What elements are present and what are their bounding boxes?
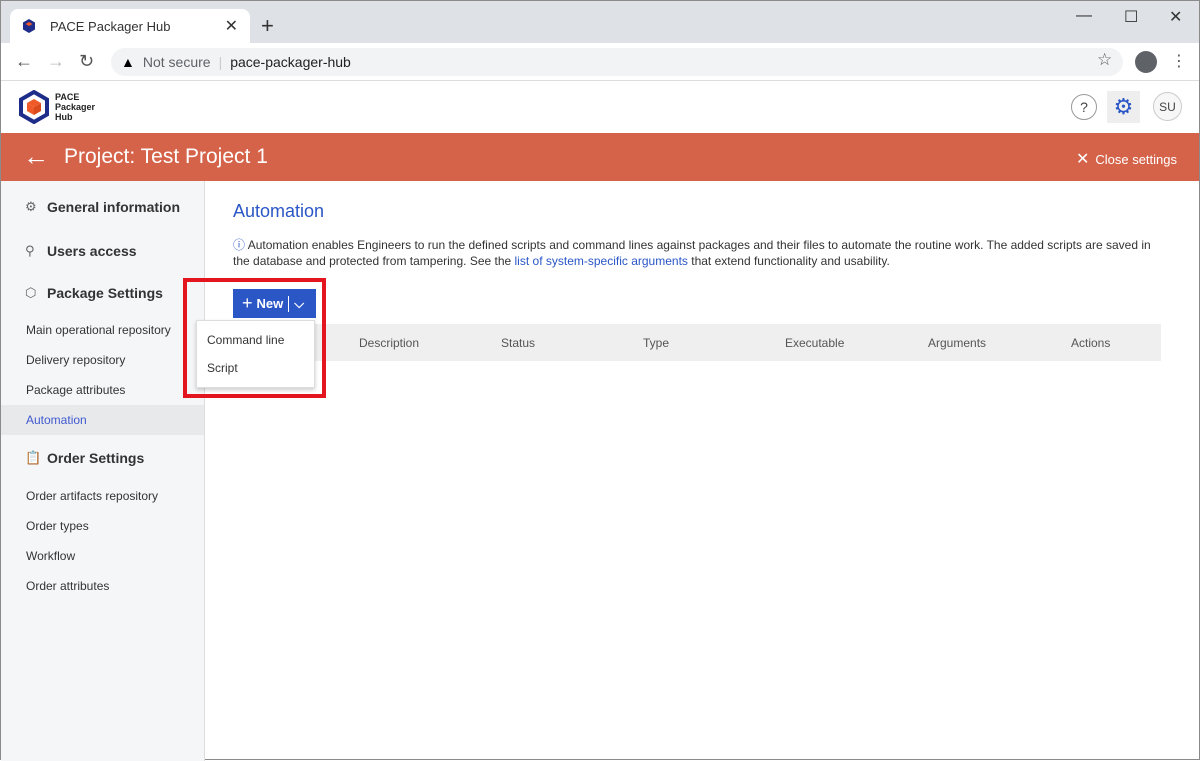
- column-executable[interactable]: Executable: [785, 336, 844, 350]
- browser-tab[interactable]: PACE Packager Hub ✕: [10, 9, 250, 43]
- project-banner: ← Project: Test Project 1 ✕ Close setting…: [1, 133, 1199, 181]
- sidebar-item-delivery-repository[interactable]: Delivery repository: [1, 345, 204, 375]
- user-avatar[interactable]: SU: [1153, 92, 1182, 121]
- close-tab-icon[interactable]: ✕: [225, 16, 238, 36]
- info-icon: ⓘ: [233, 238, 248, 252]
- sidebar-item-order-types[interactable]: Order types: [1, 511, 204, 541]
- gear-icon: ⚙: [25, 199, 37, 214]
- settings-gear-icon[interactable]: ⚙: [1107, 91, 1140, 123]
- clipboard-icon: 📋: [25, 450, 42, 465]
- sidebar-heading-order-settings: 📋 Order Settings: [25, 450, 145, 466]
- sidebar-item-package-attributes[interactable]: Package attributes: [1, 375, 204, 405]
- help-button[interactable]: ?: [1071, 94, 1097, 120]
- system-arguments-link[interactable]: list of system-specific arguments: [515, 254, 688, 268]
- url-field[interactable]: ▲ Not secure | pace-packager-hub: [111, 48, 1123, 76]
- user-icon: ⚲: [25, 243, 35, 258]
- bookmark-star-icon[interactable]: ☆: [1097, 50, 1112, 70]
- tab-title: PACE Packager Hub: [50, 18, 171, 34]
- column-actions[interactable]: Actions: [1071, 336, 1110, 350]
- logo-cube-icon: [19, 90, 49, 124]
- sidebar-item-workflow[interactable]: Workflow: [1, 541, 204, 571]
- close-settings-button[interactable]: ✕ Close settings: [1076, 149, 1177, 169]
- address-bar: ← → ↻ ▲ Not secure | pace-packager-hub ☆…: [1, 43, 1199, 81]
- column-arguments[interactable]: Arguments: [928, 336, 986, 350]
- reload-icon[interactable]: ↻: [79, 51, 94, 72]
- sidebar-item-automation[interactable]: Automation: [1, 405, 204, 435]
- page-title: Project: Test Project 1: [64, 145, 268, 168]
- forward-icon[interactable]: →: [47, 51, 65, 72]
- app-logo[interactable]: PACE Packager Hub: [19, 90, 95, 124]
- column-status[interactable]: Status: [501, 336, 535, 350]
- sidebar-item-users-access[interactable]: ⚲ Users access: [25, 243, 137, 259]
- warning-icon: ▲: [121, 54, 135, 70]
- close-window-icon[interactable]: ✕: [1169, 7, 1182, 27]
- sidebar-item-order-artifacts-repository[interactable]: Order artifacts repository: [1, 481, 204, 511]
- sidebar-item-order-attributes[interactable]: Order attributes: [1, 571, 204, 601]
- url-text: pace-packager-hub: [230, 54, 351, 70]
- account-icon[interactable]: [1135, 51, 1157, 73]
- minimize-icon[interactable]: —: [1076, 7, 1092, 25]
- browser-menu-icon[interactable]: ⋮: [1171, 51, 1187, 71]
- main-content: Automation ⓘ Automation enables Engineer…: [206, 181, 1199, 761]
- maximize-icon[interactable]: ☐: [1124, 7, 1138, 27]
- column-type[interactable]: Type: [643, 336, 669, 350]
- sidebar-item-main-operational-repository[interactable]: Main operational repository: [1, 315, 204, 345]
- back-arrow-icon[interactable]: ←: [23, 141, 49, 172]
- security-label: Not secure: [142, 54, 211, 70]
- app-header: PACE Packager Hub ? ⚙ SU: [1, 81, 1199, 133]
- back-icon[interactable]: ←: [15, 51, 33, 72]
- app-favicon-icon: [23, 19, 35, 33]
- sidebar-item-general-information[interactable]: ⚙ General information: [25, 199, 180, 215]
- info-text: ⓘ Automation enables Engineers to run th…: [233, 238, 1151, 268]
- package-icon: ⬡: [25, 285, 37, 300]
- browser-tab-bar: PACE Packager Hub ✕ + — ☐ ✕: [1, 1, 1199, 43]
- highlight-box: [183, 278, 326, 398]
- settings-sidebar: ⚙ General information ⚲ Users access ⬡ Pack…: [1, 181, 205, 761]
- new-tab-icon[interactable]: +: [261, 13, 274, 39]
- sidebar-heading-package-settings: ⬡ Package Settings: [25, 285, 163, 301]
- section-title: Automation: [233, 201, 325, 221]
- column-description[interactable]: Description: [359, 336, 419, 350]
- close-icon: ✕: [1075, 151, 1090, 168]
- table-header: Description Status Type Executable Argum…: [233, 324, 1161, 361]
